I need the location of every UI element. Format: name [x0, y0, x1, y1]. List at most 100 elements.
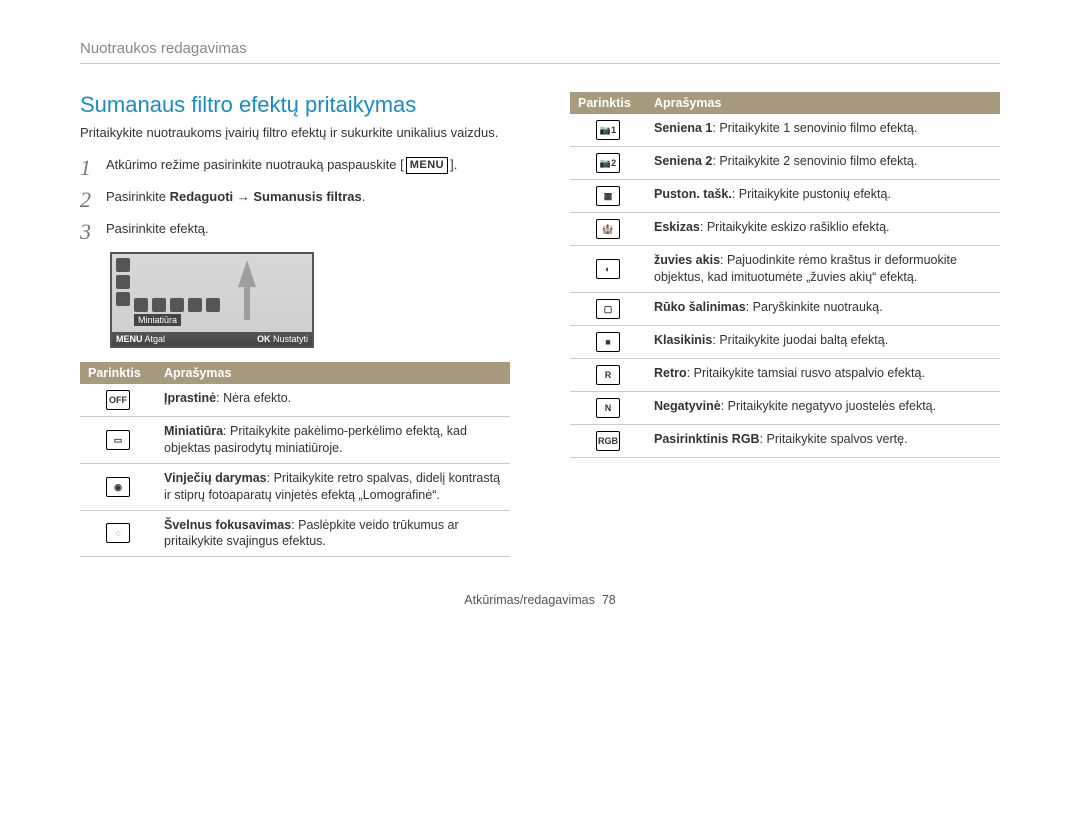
menu-key-icon: MENU	[406, 157, 448, 174]
option-description-cell: Negatyvinė: Pritaikykite negatyvo juoste…	[646, 391, 1000, 424]
table-row: 📷1Seniena 1: Pritaikykite 1 senovinio fi…	[570, 114, 1000, 147]
option-description: Pritaikykite 2 senovinio filmo efektą.	[719, 154, 917, 168]
option-name: Rūko šalinimas	[654, 300, 746, 314]
camera-side-icon	[116, 275, 130, 289]
option-separator: :	[746, 300, 753, 314]
camera-screen-area: Miniatiūra	[112, 254, 312, 332]
step-2: 2 Pasirinkite Redaguoti → Sumanusis filt…	[80, 188, 510, 212]
option-icon-cell: ▢	[570, 292, 646, 325]
option-icon: ▢	[596, 299, 620, 319]
step-2-bold-filter: Sumanusis filtras	[253, 189, 361, 204]
option-icon-cell: ◌	[80, 510, 156, 557]
table-row: ■Klasikinis: Pritaikykite juodai baltą e…	[570, 325, 1000, 358]
option-icon: ◐	[596, 259, 620, 279]
option-description: Pritaikykite tamsiai rusvo atspalvio efe…	[694, 366, 925, 380]
option-description-cell: Miniatiūra: Pritaikykite pakėlimo-perkėl…	[156, 417, 510, 464]
left-column: Sumanaus filtro efektų pritaikymas Prita…	[80, 92, 510, 557]
option-separator: :	[760, 432, 767, 446]
options-table-left: Parinktis Aprašymas OFFĮprastinė: Nėra e…	[80, 362, 510, 557]
option-icon-cell: ▭	[80, 417, 156, 464]
option-icon-cell: R	[570, 358, 646, 391]
option-description: Pritaikykite pustonių efektą.	[739, 187, 891, 201]
option-icon: 📷2	[596, 153, 620, 173]
option-icon: RGB	[596, 431, 620, 451]
option-icon: R	[596, 365, 620, 385]
option-description-cell: Eskizas: Pritaikykite eskizo rašiklio ef…	[646, 213, 1000, 246]
table-row: ◌ Švelnus fokusavimas: Paslėpkite veido t…	[80, 510, 510, 557]
option-name: Eskizas	[654, 220, 700, 234]
options-header-option: Parinktis	[570, 92, 646, 114]
step-1: 1 Atkūrimo režime pasirinkite nuotrauką …	[80, 156, 510, 180]
camera-filter-label: Miniatiūra	[134, 314, 181, 326]
step-text: Pasirinkite Redaguoti → Sumanusis filtra…	[106, 188, 365, 206]
page-footer: Atkūrimas/redagavimas 78	[80, 593, 1000, 607]
option-name: Seniena 1	[654, 121, 712, 135]
open-bracket: [	[400, 157, 404, 172]
option-description: Paryškinkite nuotrauką.	[753, 300, 883, 314]
right-column: Parinktis Aprašymas 📷1Seniena 1: Pritaik…	[570, 92, 1000, 557]
option-name: Pasirinktinis RGB	[654, 432, 760, 446]
filter-thumb-icon	[170, 298, 184, 312]
footer-page-number: 78	[602, 593, 616, 607]
option-separator: :	[721, 399, 728, 413]
table-row: 📷2Seniena 2: Pritaikykite 2 senovinio fi…	[570, 147, 1000, 180]
option-name: Seniena 2	[654, 154, 712, 168]
option-description: Pritaikykite eskizo rašiklio efektą.	[707, 220, 890, 234]
option-name: Miniatiūra	[164, 424, 223, 438]
option-separator: :	[720, 253, 727, 267]
option-icon-cell: 📷1	[570, 114, 646, 147]
step-2-d: .	[362, 189, 366, 204]
two-column-layout: Sumanaus filtro efektų pritaikymas Prita…	[80, 92, 1000, 557]
table-row: N Negatyvinė: Pritaikykite negatyvo juost…	[570, 391, 1000, 424]
option-name: Klasikinis	[654, 333, 712, 347]
step-number: 3	[80, 220, 106, 244]
option-name: Įprastinė	[164, 391, 216, 405]
option-name: Puston. tašk.	[654, 187, 732, 201]
step-text: Atkūrimo režime pasirinkite nuotrauką pa…	[106, 156, 457, 174]
option-icon-cell: ▦	[570, 180, 646, 213]
camera-footer: MENU Atgal OK Nustatyti	[112, 332, 312, 346]
option-description: Nėra efekto.	[223, 391, 291, 405]
section-title: Sumanaus filtro efektų pritaikymas	[80, 92, 510, 118]
option-description: Pritaikykite juodai baltą efektą.	[719, 333, 888, 347]
option-description-cell: Švelnus fokusavimas: Paslėpkite veido tr…	[156, 510, 510, 557]
option-icon-cell: 📷2	[570, 147, 646, 180]
option-description: Pritaikykite negatyvo juostelės efektą.	[728, 399, 936, 413]
option-description-cell: Rūko šalinimas: Paryškinkite nuotrauką.	[646, 292, 1000, 325]
camera-back-key: MENU	[116, 334, 143, 344]
intro-text: Pritaikykite nuotraukoms įvairių filtro …	[80, 124, 510, 142]
table-row: ▭ Miniatiūra: Pritaikykite pakėlimo-perkė…	[80, 417, 510, 464]
option-separator: :	[267, 471, 274, 485]
option-separator: :	[687, 366, 694, 380]
camera-ok-key: OK	[257, 334, 271, 344]
option-description-cell: Puston. tašk.: Pritaikykite pustonių efe…	[646, 180, 1000, 213]
option-name: Švelnus fokusavimas	[164, 518, 291, 532]
option-icon-cell: OFF	[80, 384, 156, 417]
option-name: Vinječių darymas	[164, 471, 267, 485]
option-icon: ■	[596, 332, 620, 352]
camera-side-icons	[116, 258, 130, 306]
step-2-a: Pasirinkite	[106, 189, 170, 204]
step-number: 2	[80, 188, 106, 212]
table-row: ▦Puston. tašk.: Pritaikykite pustonių ef…	[570, 180, 1000, 213]
step-1-text-a: Atkūrimo režime pasirinkite nuotrauką pa…	[106, 157, 396, 172]
option-description-cell: žuvies akis: Pajuodinkite rėmo kraštus i…	[646, 246, 1000, 293]
step-number: 1	[80, 156, 106, 180]
option-description-cell: Vinječių darymas: Pritaikykite retro spa…	[156, 463, 510, 510]
camera-back-label: Atgal	[145, 334, 166, 344]
table-row: ▢ Rūko šalinimas: Paryškinkite nuotrauką.	[570, 292, 1000, 325]
option-separator: :	[223, 424, 230, 438]
table-row: ◉Vinječių darymas: Pritaikykite retro sp…	[80, 463, 510, 510]
option-icon: 🏰	[596, 219, 620, 239]
option-separator: :	[700, 220, 707, 234]
footer-section: Atkūrimas/redagavimas	[464, 593, 595, 607]
breadcrumb: Nuotraukos redagavimas	[80, 40, 1000, 64]
filter-thumb-icon	[206, 298, 220, 312]
option-separator: :	[732, 187, 739, 201]
option-icon: N	[596, 398, 620, 418]
option-icon: ▭	[106, 430, 130, 450]
option-icon: ◌	[106, 523, 130, 543]
option-icon-cell: ■	[570, 325, 646, 358]
camera-ok-label: Nustatyti	[273, 334, 308, 344]
table-row: RGBPasirinktinis RGB: Pritaikykite spalv…	[570, 424, 1000, 457]
